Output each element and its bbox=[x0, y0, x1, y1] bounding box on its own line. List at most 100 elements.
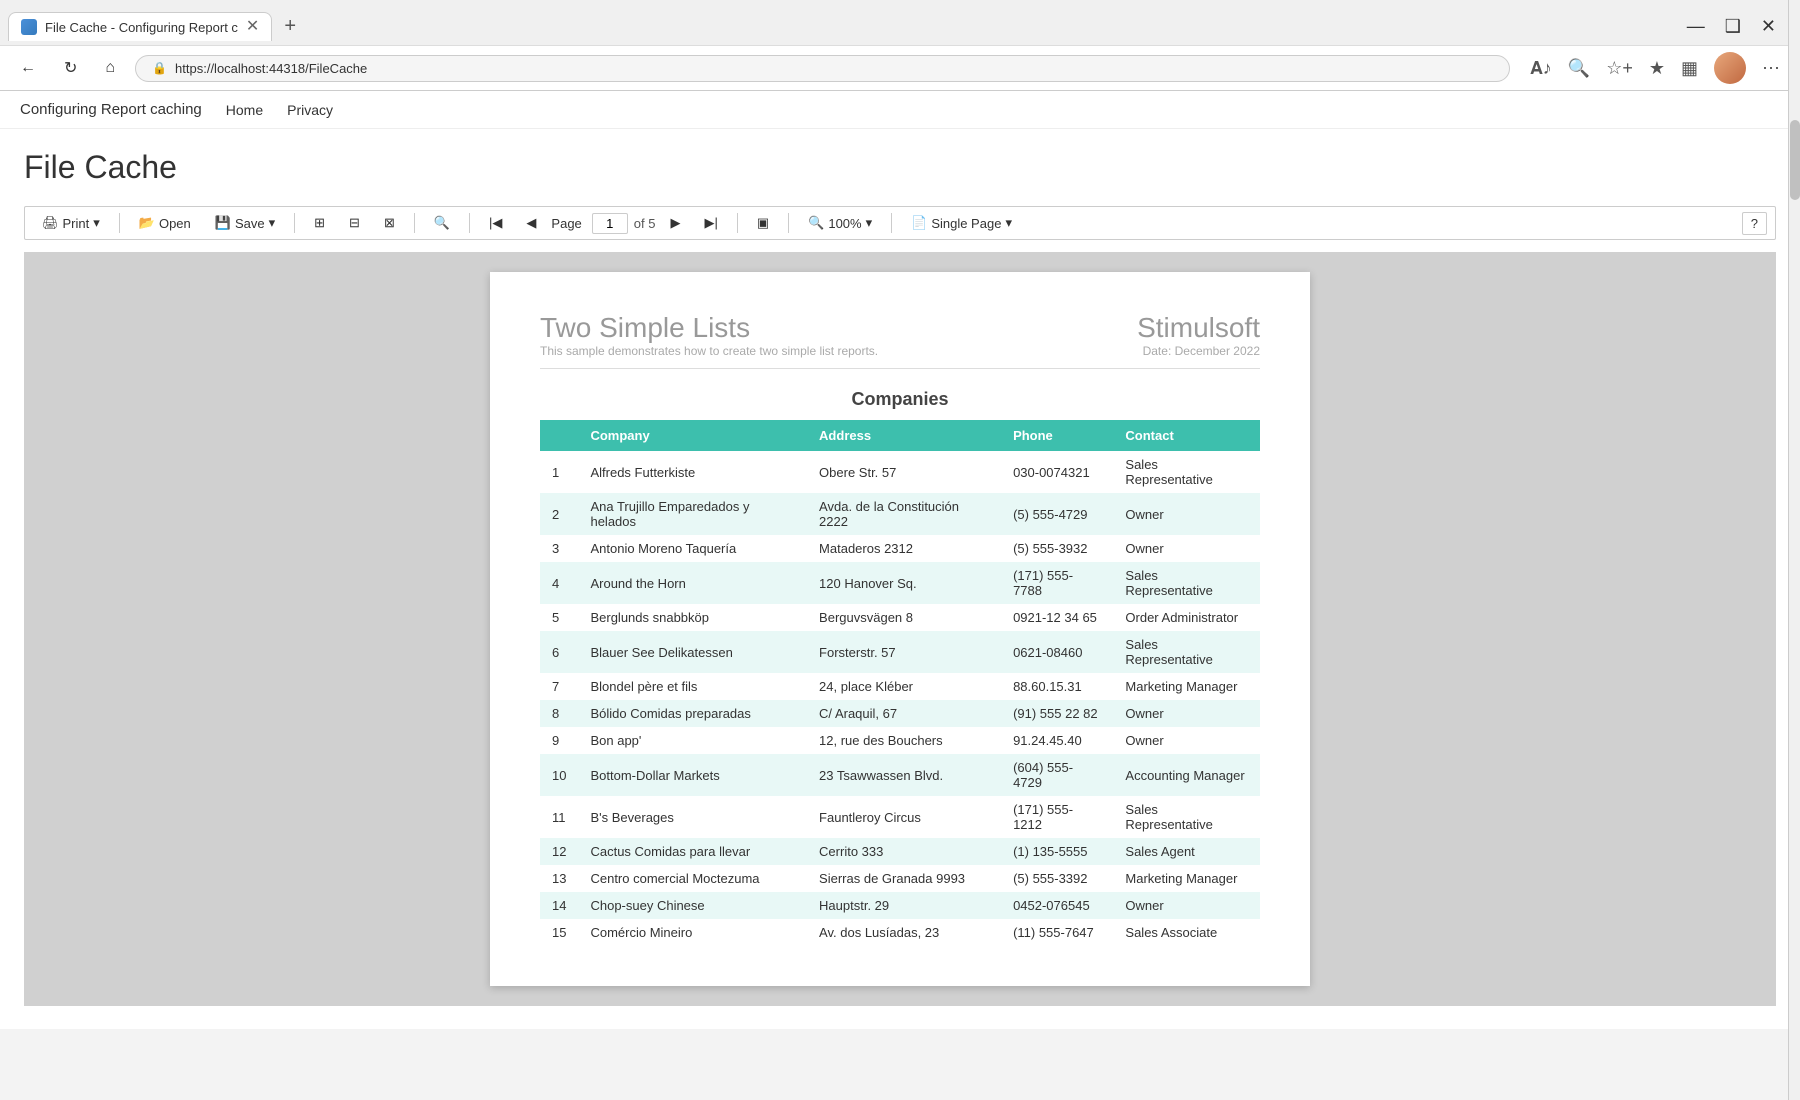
row-phone: (5) 555-3392 bbox=[1001, 865, 1113, 892]
scroll-thumb[interactable] bbox=[1790, 120, 1800, 200]
row-address: Obere Str. 57 bbox=[807, 451, 1001, 493]
table-row: 2 Ana Trujillo Emparedados y helados Avd… bbox=[540, 493, 1260, 535]
home-button[interactable]: ⌂ bbox=[97, 55, 123, 81]
search-button[interactable]: 🔍 bbox=[1568, 58, 1590, 79]
separator-6 bbox=[788, 213, 789, 233]
open-label: Open bbox=[159, 216, 191, 231]
separator-3 bbox=[414, 213, 415, 233]
row-phone: 0452-076545 bbox=[1001, 892, 1113, 919]
table-row: 14 Chop-suey Chinese Hauptstr. 29 0452-0… bbox=[540, 892, 1260, 919]
row-contact: Sales Representative bbox=[1113, 796, 1260, 838]
row-phone: 91.24.45.40 bbox=[1001, 727, 1113, 754]
table-row: 7 Blondel père et fils 24, place Kléber … bbox=[540, 673, 1260, 700]
layout-button-1[interactable]: ⊞ bbox=[305, 211, 334, 235]
row-contact: Sales Representative bbox=[1113, 451, 1260, 493]
row-company: Around the Horn bbox=[578, 562, 807, 604]
report-subtitle: This sample demonstrates how to create t… bbox=[540, 344, 878, 358]
add-favorites-button[interactable]: ☆+ bbox=[1606, 58, 1633, 79]
row-company: Centro comercial Moctezuma bbox=[578, 865, 807, 892]
report-header-left: Two Simple Lists This sample demonstrate… bbox=[540, 312, 878, 358]
scrollbar[interactable] bbox=[1788, 0, 1800, 1100]
minimize-button[interactable]: — bbox=[1687, 16, 1705, 37]
user-avatar[interactable] bbox=[1714, 52, 1746, 84]
print-dropdown-icon: ▾ bbox=[93, 215, 100, 231]
first-page-button[interactable]: |◀ bbox=[480, 211, 511, 235]
row-number: 9 bbox=[540, 727, 578, 754]
row-contact: Marketing Manager bbox=[1113, 673, 1260, 700]
row-number: 14 bbox=[540, 892, 578, 919]
row-contact: Sales Representative bbox=[1113, 562, 1260, 604]
row-company: Bon app' bbox=[578, 727, 807, 754]
layout-button-3[interactable]: ⊠ bbox=[375, 211, 404, 235]
lock-icon: 🔒 bbox=[152, 61, 167, 75]
search-report-button[interactable]: 🔍 bbox=[425, 211, 459, 235]
home-nav-link[interactable]: Home bbox=[226, 102, 263, 118]
help-button[interactable]: ? bbox=[1742, 212, 1767, 235]
prev-page-button[interactable]: ◀ bbox=[517, 211, 545, 235]
row-contact: Sales Associate bbox=[1113, 919, 1260, 946]
open-button[interactable]: 📂 Open bbox=[130, 211, 200, 235]
row-number: 2 bbox=[540, 493, 578, 535]
row-number: 11 bbox=[540, 796, 578, 838]
tab-close-button[interactable]: ✕ bbox=[246, 19, 259, 35]
page-number-input[interactable] bbox=[592, 213, 628, 234]
privacy-nav-link[interactable]: Privacy bbox=[287, 102, 333, 118]
print-label: Print bbox=[63, 216, 90, 231]
tab-title: File Cache - Configuring Report c bbox=[45, 20, 238, 35]
report-page: Two Simple Lists This sample demonstrate… bbox=[490, 272, 1310, 986]
page-view-icon: 📄 bbox=[911, 215, 927, 231]
restore-button[interactable]: ❑ bbox=[1725, 16, 1741, 37]
row-address: Hauptstr. 29 bbox=[807, 892, 1001, 919]
collections-button[interactable]: ▦ bbox=[1681, 58, 1698, 79]
row-contact: Owner bbox=[1113, 700, 1260, 727]
row-company: Bólido Comidas preparadas bbox=[578, 700, 807, 727]
single-page-button[interactable]: 📄 Single Page ▾ bbox=[902, 211, 1021, 235]
browser-chrome: File Cache - Configuring Report c ✕ + — … bbox=[0, 0, 1800, 91]
row-company: Antonio Moreno Taquería bbox=[578, 535, 807, 562]
next-page-button[interactable]: ▶ bbox=[661, 211, 689, 235]
row-number: 6 bbox=[540, 631, 578, 673]
read-aloud-button[interactable]: 𝐀♪ bbox=[1530, 58, 1552, 79]
row-phone: 88.60.15.31 bbox=[1001, 673, 1113, 700]
view-mode-button[interactable]: ▣ bbox=[748, 211, 778, 235]
row-company: Blondel père et fils bbox=[578, 673, 807, 700]
row-phone: (171) 555-7788 bbox=[1001, 562, 1113, 604]
zoom-button[interactable]: 🔍 100% ▾ bbox=[799, 211, 881, 235]
row-number: 4 bbox=[540, 562, 578, 604]
col-address-header: Address bbox=[807, 420, 1001, 451]
new-tab-button[interactable]: + bbox=[276, 11, 304, 42]
favorites-button[interactable]: ★ bbox=[1649, 58, 1665, 79]
table-row: 11 B's Beverages Fauntleroy Circus (171)… bbox=[540, 796, 1260, 838]
menu-button[interactable]: ⋯ bbox=[1762, 58, 1780, 79]
row-company: Alfreds Futterkiste bbox=[578, 451, 807, 493]
row-contact: Owner bbox=[1113, 535, 1260, 562]
zoom-icon: 🔍 bbox=[808, 215, 824, 231]
save-button[interactable]: 💾 Save ▾ bbox=[206, 211, 284, 235]
row-phone: (1) 135-5555 bbox=[1001, 838, 1113, 865]
row-phone: (604) 555-4729 bbox=[1001, 754, 1113, 796]
table-row: 5 Berglunds snabbköp Berguvsvägen 8 0921… bbox=[540, 604, 1260, 631]
save-label: Save bbox=[235, 216, 265, 231]
section-title: Companies bbox=[540, 389, 1260, 410]
table-row: 4 Around the Horn 120 Hanover Sq. (171) … bbox=[540, 562, 1260, 604]
row-number: 5 bbox=[540, 604, 578, 631]
row-company: Chop-suey Chinese bbox=[578, 892, 807, 919]
url-bar[interactable]: 🔒 https://localhost:44318/FileCache bbox=[135, 55, 1510, 82]
page-heading: File Cache bbox=[24, 149, 1776, 186]
back-button[interactable]: ← bbox=[12, 55, 44, 81]
print-button[interactable]: 🖨 Print ▾ bbox=[33, 211, 109, 235]
active-tab[interactable]: File Cache - Configuring Report c ✕ bbox=[8, 12, 272, 41]
close-button[interactable]: ✕ bbox=[1761, 16, 1776, 37]
layout-button-2[interactable]: ⊟ bbox=[340, 211, 369, 235]
last-page-button[interactable]: ▶| bbox=[695, 211, 726, 235]
address-bar: ← ↻ ⌂ 🔒 https://localhost:44318/FileCach… bbox=[0, 45, 1800, 90]
row-company: Berglunds snabbköp bbox=[578, 604, 807, 631]
row-contact: Owner bbox=[1113, 892, 1260, 919]
companies-table: Company Address Phone Contact 1 Alfreds … bbox=[540, 420, 1260, 946]
printer-icon: 🖨 bbox=[42, 215, 59, 231]
table-row: 9 Bon app' 12, rue des Bouchers 91.24.45… bbox=[540, 727, 1260, 754]
row-number: 3 bbox=[540, 535, 578, 562]
row-company: Bottom-Dollar Markets bbox=[578, 754, 807, 796]
row-contact: Owner bbox=[1113, 727, 1260, 754]
reload-button[interactable]: ↻ bbox=[56, 54, 85, 82]
